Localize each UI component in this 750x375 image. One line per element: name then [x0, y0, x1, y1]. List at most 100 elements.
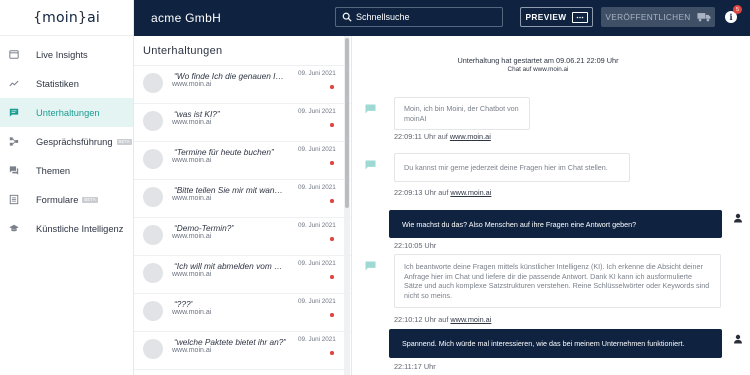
list-item[interactable]: “???” www.moin.ai 09. Juni 2021: [134, 294, 351, 332]
conversation-question: “Bitte teilen Sie mir mit wann…: [174, 185, 287, 195]
unread-dot: [330, 199, 334, 203]
message-meta: 22:11:17 Uhr: [394, 362, 436, 371]
beta-badge: BETA: [82, 196, 98, 203]
unread-dot: [330, 351, 334, 355]
preview-button[interactable]: PREVIEW: [520, 7, 593, 27]
list-item[interactable]: “Bitte teilen Sie mir mit wann… www.moin…: [134, 180, 351, 218]
conversation-site: www.moin.ai: [172, 347, 212, 354]
user-message: Wie machst du das? Also Menschen auf ihr…: [389, 210, 722, 238]
sidebar-item-live-insights[interactable]: Live Insights: [0, 40, 133, 69]
message-meta: 22:10:12 Uhr auf www.moin.ai: [394, 315, 492, 324]
list-item[interactable]: “Termine für heute buchen” www.moin.ai 0…: [134, 142, 351, 180]
conversation-date: 09. Juni 2021: [298, 108, 336, 115]
list-item[interactable]: “Ich will mit abmelden vom N… www.moin.a…: [134, 256, 351, 294]
conversation-date: 09. Juni 2021: [298, 222, 336, 229]
conversation-list-panel: Unterhaltungen “Wo finde Ich die genauen…: [134, 36, 352, 375]
list-item[interactable]: “was ist KI?” www.moin.ai 09. Juni 2021: [134, 104, 351, 142]
conversation-channel: Chat auf www.moin.ai: [507, 66, 569, 73]
message-source-link[interactable]: www.moin.ai: [450, 188, 491, 197]
top-bar: acme GmbH Schnellsuche PREVIEW VERÖFFENT…: [134, 0, 750, 36]
sidebar-item-unterhaltungen[interactable]: Unterhaltungen: [0, 98, 133, 127]
flow-icon: [9, 137, 19, 147]
unread-dot: [330, 85, 334, 89]
sidebar-item-formulare[interactable]: Formulare BETA: [0, 185, 133, 214]
conversation-site: www.moin.ai: [172, 271, 212, 278]
notification-badge: 5: [733, 5, 742, 14]
conversation-date: 09. Juni 2021: [298, 298, 336, 305]
avatar: [143, 111, 163, 131]
search-placeholder: Schnellsuche: [356, 12, 410, 22]
message-source-link[interactable]: www.moin.ai: [450, 315, 491, 324]
trend-icon: [9, 79, 19, 89]
message-meta: 22:09:11 Uhr auf www.moin.ai: [394, 132, 491, 141]
list-item[interactable]: “Demo-Termin?” www.moin.ai 09. Juni 2021: [134, 218, 351, 256]
chat-icon: [9, 108, 19, 118]
conversation-question: “Wo finde Ich die genauen Inf…: [174, 71, 287, 81]
sidebar-item-label: Künstliche Intelligenz: [36, 223, 124, 234]
conversation-question: “Demo-Termin?”: [174, 223, 235, 233]
sidebar-item-label: Gesprächsführung: [36, 136, 113, 147]
bot-message: Moin, ich bin Moini, der Chatbot von moi…: [394, 97, 530, 130]
avatar: [143, 339, 163, 359]
list-item[interactable]: “welche Paktete bietet ihr an?” www.moin…: [134, 332, 351, 370]
conversation-site: www.moin.ai: [172, 195, 212, 202]
form-icon: [9, 194, 19, 205]
company-name: acme GmbH: [151, 11, 222, 25]
avatar: [143, 263, 163, 283]
user-message: Spannend. Mich würde mal interessieren, …: [389, 329, 722, 358]
conversation-date: 09. Juni 2021: [298, 260, 336, 267]
chat-panel: Unterhaltung hat gestartet am 09.06.21 2…: [353, 36, 750, 375]
conversation-site: www.moin.ai: [172, 233, 212, 240]
sidebar-item-statistiken[interactable]: Statistiken: [0, 69, 133, 98]
bot-message: Du kannst mir gerne jederzeit deine Frag…: [394, 153, 630, 182]
avatar: [143, 149, 163, 169]
truck-icon: [697, 13, 711, 22]
user-icon: [733, 331, 743, 344]
sidebar-item-label: Unterhaltungen: [36, 107, 100, 118]
conversation-site: www.moin.ai: [172, 309, 212, 316]
conversation-question: “Ich will mit abmelden vom N…: [174, 261, 287, 271]
bot-chat-icon: [365, 258, 376, 271]
sidebar-item-themen[interactable]: Themen: [0, 156, 133, 185]
avatar: [143, 73, 163, 93]
message-meta: 22:09:13 Uhr auf www.moin.ai: [394, 188, 492, 197]
sidebar-item-gespraechsfuehrung[interactable]: Gesprächsführung BETA: [0, 127, 133, 156]
avatar: [143, 187, 163, 207]
sidebar-item-label: Formulare: [36, 194, 79, 205]
user-icon: [733, 210, 743, 223]
bot-message: Ich beantworte deine Fragen mittels küns…: [394, 254, 721, 308]
unread-dot: [330, 313, 334, 317]
topics-icon: [9, 166, 19, 176]
conversation-date: 09. Juni 2021: [298, 70, 336, 77]
scrollbar-thumb[interactable]: [345, 38, 349, 208]
search-icon: [342, 12, 352, 22]
bot-chat-icon: [365, 101, 376, 114]
conversation-question: “welche Paktete bietet ihr an?”: [174, 337, 287, 347]
unread-dot: [330, 237, 334, 241]
conversation-list: “Wo finde Ich die genauen Inf… www.moin.…: [134, 66, 351, 370]
publish-button[interactable]: VERÖFFENTLICHEN: [601, 7, 715, 27]
moin-ai-logo[interactable]: {moin}ai: [33, 10, 100, 26]
conversation-question: “was ist KI?”: [174, 109, 220, 119]
avatar: [143, 301, 163, 321]
search-input[interactable]: Schnellsuche: [335, 7, 503, 27]
conversation-date: 09. Juni 2021: [298, 146, 336, 153]
conversation-site: www.moin.ai: [172, 81, 212, 88]
conversation-site: www.moin.ai: [172, 119, 212, 126]
sidebar-item-label: Statistiken: [36, 78, 79, 89]
chat-header: Unterhaltung hat gestartet am 09.06.21 2…: [353, 56, 723, 73]
unread-dot: [330, 123, 334, 127]
sidebar: {moin}ai Live Insights Statistiken Unter…: [0, 0, 134, 375]
conversation-list-title: Unterhaltungen: [134, 36, 351, 66]
conversation-date: 09. Juni 2021: [298, 336, 336, 343]
beta-badge: BETA: [116, 138, 132, 145]
graduation-cap-icon: [9, 224, 19, 234]
sidebar-item-kuenstliche-intelligenz[interactable]: Künstliche Intelligenz: [0, 214, 133, 243]
window-icon: [9, 50, 19, 60]
unread-dot: [330, 275, 334, 279]
conversation-date: 09. Juni 2021: [298, 184, 336, 191]
message-source-link[interactable]: www.moin.ai: [450, 132, 491, 141]
conversation-start-info: Unterhaltung hat gestartet am 09.06.21 2…: [457, 56, 619, 65]
list-item[interactable]: “Wo finde Ich die genauen Inf… www.moin.…: [134, 66, 351, 104]
logo-bar: {moin}ai: [0, 0, 133, 36]
